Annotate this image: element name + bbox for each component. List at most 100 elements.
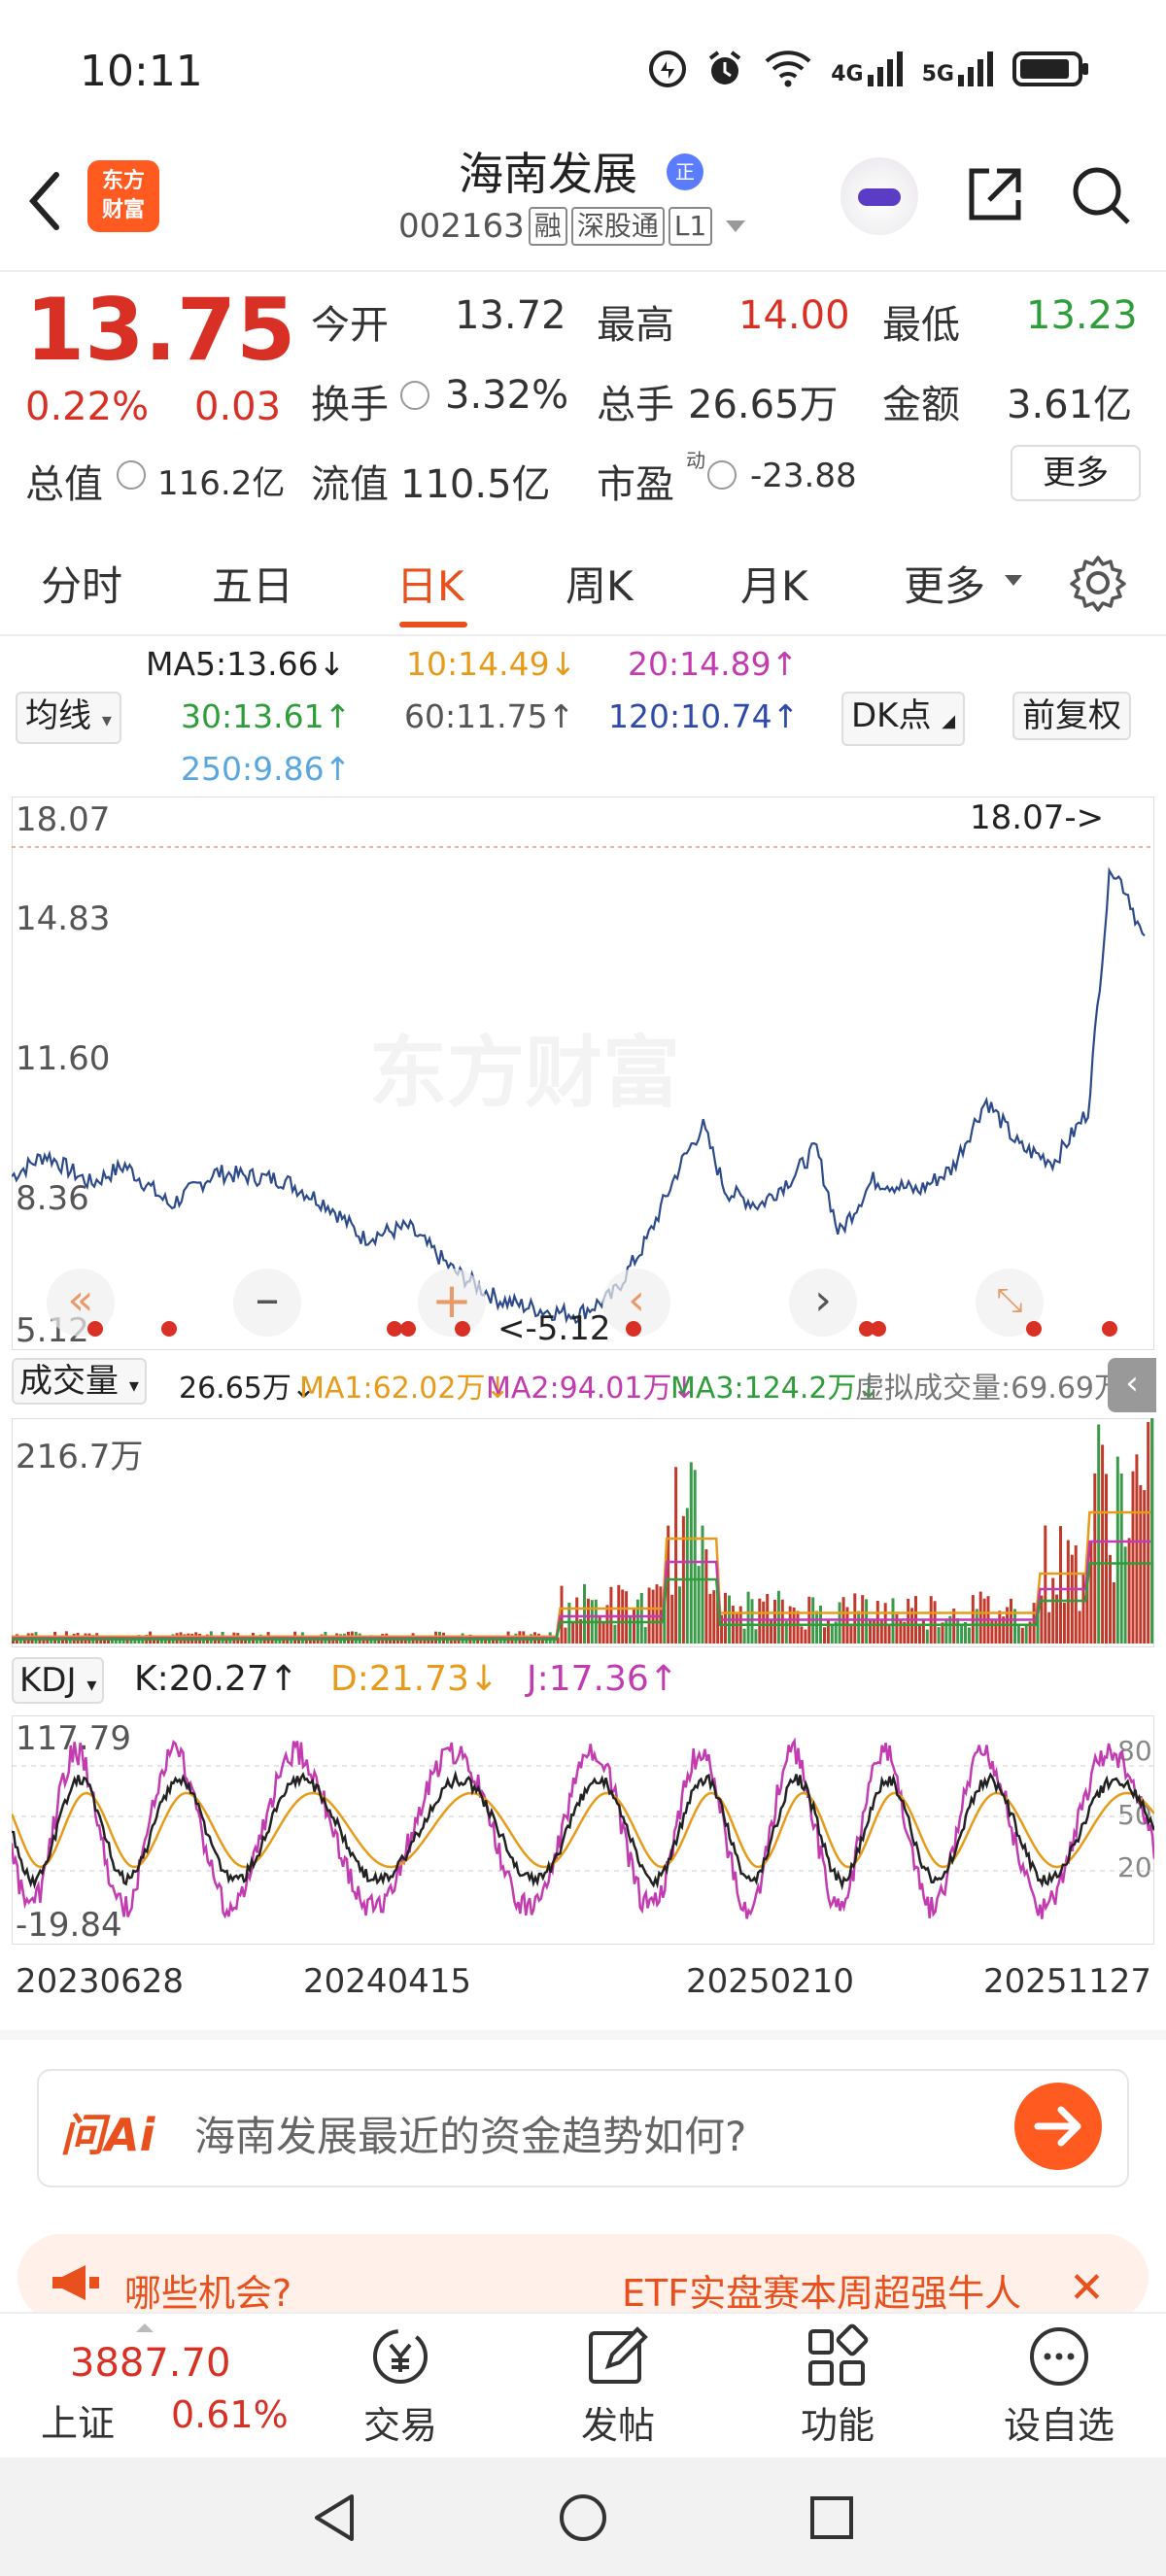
- alarm-icon: [709, 51, 741, 85]
- gear-icon[interactable]: [1069, 554, 1127, 612]
- price-line: [12, 866, 1146, 1325]
- price-plot: [12, 846, 1154, 1325]
- share-icon[interactable]: [962, 163, 1026, 227]
- adjust-button[interactable]: 前复权: [1012, 692, 1131, 740]
- wifi-icon: [765, 51, 811, 87]
- volume-bar: [800, 1626, 804, 1644]
- volume-bar: [290, 1640, 293, 1644]
- volume-bar: [815, 1610, 819, 1644]
- nav-post[interactable]: 发帖: [579, 2323, 657, 2450]
- stock-code-row[interactable]: 002163 融 深股通 L1: [398, 207, 746, 246]
- volume-bar: [758, 1598, 762, 1644]
- volume-bar: [933, 1601, 937, 1644]
- volume-bar: [708, 1593, 712, 1644]
- volume-bar: [944, 1618, 948, 1644]
- kdj-k: K:20.27↑: [134, 1659, 298, 1699]
- dk-point-button[interactable]: DK点 ◢: [841, 692, 966, 746]
- search-icon[interactable]: [1069, 163, 1133, 227]
- close-icon[interactable]: ✕: [1069, 2263, 1105, 2313]
- system-home-icon[interactable]: [556, 2491, 610, 2545]
- volume-bar: [1062, 1603, 1066, 1644]
- volume-bar: [571, 1620, 575, 1644]
- tab-daily-k[interactable]: 日K: [396, 554, 464, 613]
- tab-five-day[interactable]: 五日: [212, 554, 293, 613]
- tab-intraday[interactable]: 分时: [41, 554, 122, 613]
- volume-bar: [704, 1549, 708, 1644]
- volume-bar: [853, 1593, 857, 1644]
- volume-bar: [655, 1584, 659, 1644]
- nav-add-watchlist-label: 设自选: [1003, 2404, 1115, 2447]
- volume-selector[interactable]: 成交量 ▾: [12, 1358, 147, 1405]
- kdj-d: D:21.73↓: [330, 1659, 499, 1699]
- volume-bar: [724, 1592, 727, 1644]
- promo-right-text: ETF实盘赛本周超强牛人: [622, 2272, 1022, 2315]
- kdj-j: J:17.36↑: [527, 1659, 678, 1699]
- back-icon[interactable]: [21, 167, 70, 235]
- volume-bar: [1032, 1603, 1036, 1644]
- corner-triangle-icon: ◢: [942, 711, 956, 731]
- expand-up-icon[interactable]: [136, 2323, 154, 2332]
- more-button[interactable]: 更多: [1011, 445, 1141, 501]
- ai-question-text: 海南发展最近的资金趋势如何?: [194, 2113, 747, 2160]
- volume-bar: [899, 1618, 903, 1644]
- clock: 10:11: [80, 47, 203, 96]
- info-icon[interactable]: [707, 460, 737, 490]
- nav-add-watchlist[interactable]: 设自选: [1001, 2323, 1117, 2450]
- system-back-icon[interactable]: [309, 2491, 361, 2545]
- nav-function[interactable]: 功能: [799, 2323, 876, 2450]
- volume-bar: [735, 1612, 738, 1644]
- tab-more[interactable]: 更多: [904, 554, 985, 613]
- volume-bar: [1131, 1471, 1135, 1644]
- nav-trade[interactable]: 交易: [361, 2323, 439, 2450]
- indicator-selector[interactable]: KDJ ▾: [12, 1657, 105, 1704]
- volume-bar: [701, 1525, 704, 1644]
- tab-monthly-k[interactable]: 月K: [740, 554, 808, 613]
- volume-bar: [1016, 1625, 1020, 1644]
- last-price: 13.75: [25, 280, 296, 380]
- volume-bar: [838, 1602, 841, 1644]
- volume-bar: [826, 1619, 830, 1644]
- volume-bar: [869, 1619, 872, 1644]
- volume-bar: [670, 1594, 674, 1644]
- system-recents-icon[interactable]: [806, 2492, 857, 2543]
- status-icons: 4G 5G: [648, 49, 1090, 89]
- tab-weekly-k[interactable]: 周K: [566, 554, 634, 613]
- info-icon[interactable]: [400, 381, 429, 410]
- collapse-panel-icon[interactable]: ‹: [1108, 1358, 1156, 1412]
- ai-robot-icon[interactable]: [840, 157, 918, 235]
- y-axis-label: 14.83: [16, 899, 111, 938]
- app-logo[interactable]: 东方 财富: [87, 160, 159, 232]
- indicator-selector-label: KDJ: [19, 1661, 77, 1700]
- volume-bar: [1051, 1577, 1055, 1644]
- event-dots: [87, 1321, 1117, 1337]
- volume-bar: [918, 1624, 921, 1644]
- dk-label: DK点: [851, 696, 932, 735]
- volume-bar: [605, 1605, 609, 1644]
- volume-bar: [1123, 1546, 1127, 1644]
- volume-bar: [956, 1618, 960, 1644]
- pe-superscript: 动: [686, 449, 705, 472]
- index-value[interactable]: 3887.70: [70, 2341, 230, 2386]
- volume-bar: [967, 1627, 971, 1644]
- ma120-label: 120:10.74↑: [608, 697, 800, 735]
- volume-bar: [255, 1640, 258, 1644]
- volume-bar: [1020, 1627, 1024, 1644]
- volume-bar: [583, 1583, 586, 1644]
- volume-value: 26.65万↓: [179, 1372, 317, 1406]
- ma-selector[interactable]: 均线 ▾: [16, 692, 121, 744]
- y-axis-label: 11.60: [16, 1039, 111, 1078]
- ai-submit-button[interactable]: [1014, 2083, 1102, 2170]
- pe-label: 市盈: [597, 462, 674, 507]
- virtual-volume: 虚拟成交量:69.69万: [855, 1372, 1123, 1406]
- volume-bar: [601, 1622, 605, 1644]
- volume-bar: [1066, 1540, 1070, 1644]
- info-icon[interactable]: [117, 460, 146, 490]
- volume-bar: [925, 1629, 929, 1644]
- 4g-label: 4G: [831, 62, 864, 86]
- volume-value: 26.65万: [688, 383, 839, 427]
- volume-bar: [1135, 1454, 1139, 1644]
- index-name: 上证: [41, 2402, 116, 2445]
- volume-bar: [613, 1624, 617, 1644]
- volume-bar: [1013, 1609, 1016, 1644]
- volume-bar: [1093, 1473, 1097, 1644]
